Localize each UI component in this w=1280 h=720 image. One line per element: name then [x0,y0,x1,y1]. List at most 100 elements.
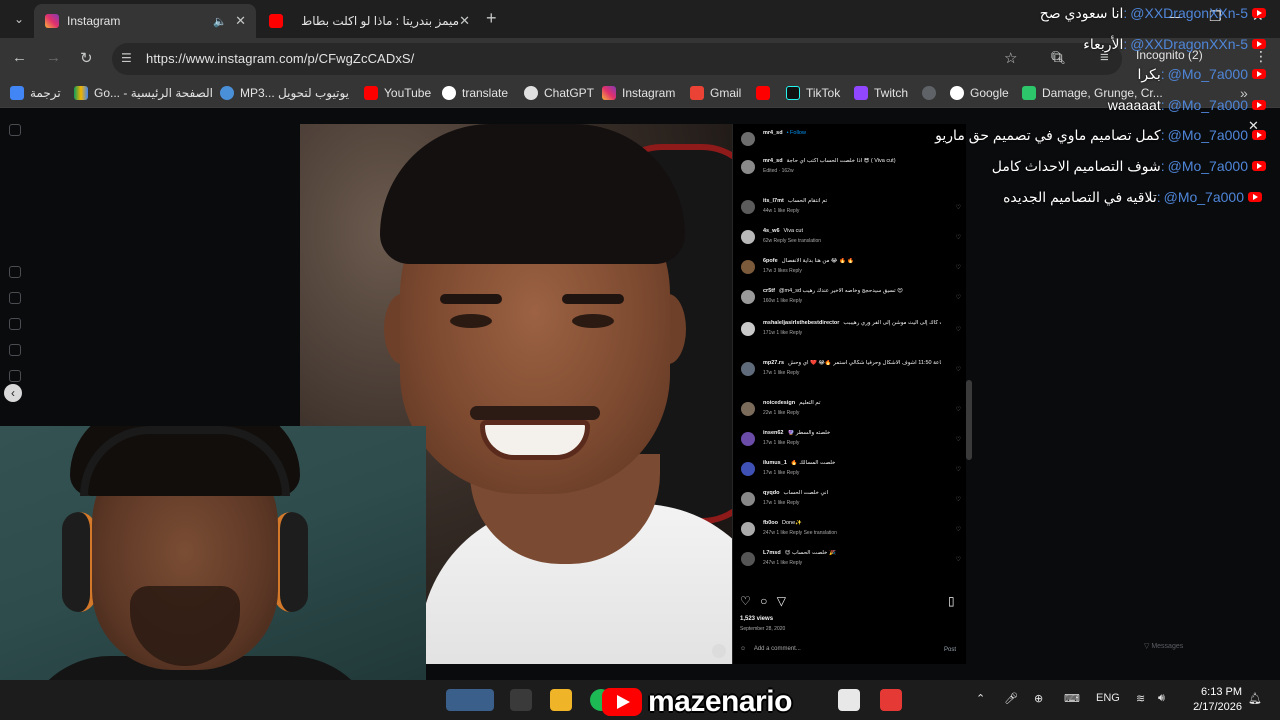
extensions-icon[interactable]: ⧉ [1052,49,1063,66]
new-tab-plus-icon[interactable]: + [486,8,497,28]
site-info-icon[interactable]: ☰ [121,51,132,65]
explore-icon[interactable] [9,292,21,304]
commenter-avatar[interactable] [741,322,755,336]
comment-username[interactable]: 6pofe [763,258,778,264]
commenter-avatar[interactable] [741,432,755,446]
bookmark-mp3[interactable]: MP3... يوتيوب لتحويل [220,86,349,100]
vpn-icon[interactable]: ⊕ [1034,692,1043,705]
bookmark-gmail[interactable]: Gmail [690,86,741,100]
commenter-avatar[interactable] [741,462,755,476]
bookmark-globe[interactable] [922,86,942,100]
bookmark-youtube-2[interactable] [756,86,776,100]
comment-like-heart-icon[interactable]: ♡ [956,466,961,473]
widgets-weather-icon[interactable] [446,689,494,711]
commenter-avatar[interactable] [741,132,755,146]
bookmark-drive[interactable]: Go... - الصفحة الرئيسية [74,86,213,100]
microphone-icon[interactable]: 🎤︎ [1004,692,1018,705]
commenter-avatar[interactable] [741,492,755,506]
tray-overflow-chevron-icon[interactable]: ⌃ [976,692,985,705]
commenter-avatar[interactable] [741,160,755,174]
wifi-icon[interactable]: ≋ [1136,692,1145,705]
comment-username[interactable]: qyqdo [763,490,780,496]
comments-scrollbar[interactable] [966,380,972,460]
comment-username[interactable]: its_l7mt [763,198,784,204]
bookmark-google[interactable]: Google [950,86,1009,100]
reload-icon[interactable]: ↻ [80,49,93,67]
like-heart-icon[interactable]: ♡ [740,594,751,608]
send-icon[interactable] [9,318,21,330]
comment-like-heart-icon[interactable]: ♡ [956,496,961,503]
messages-button[interactable]: ▽ Messages [1144,642,1183,650]
comment-username[interactable]: fb0oo [763,520,778,526]
commenter-avatar[interactable] [741,200,755,214]
comment-like-heart-icon[interactable]: ♡ [956,326,961,333]
tab-youtube[interactable]: ميمز بندريتا : ماذا لو اكلت بطاط ✕ [258,4,480,38]
bookmark-instagram[interactable]: Instagram [602,86,675,100]
close-tab-icon[interactable]: ✕ [459,13,470,29]
bookmark-translate-ar[interactable]: ترجمة [10,86,61,100]
speaker-icon[interactable]: 🔈 [213,15,227,28]
comment-like-heart-icon[interactable]: ♡ [956,366,961,373]
address-bar[interactable]: ☰ https://www.instagram.com/p/CFwgZcCADx… [112,43,1122,75]
comment-username[interactable]: insen62 [763,430,783,436]
commenter-avatar[interactable] [741,402,755,416]
home-icon[interactable] [9,266,21,278]
comment-like-heart-icon[interactable]: ♡ [956,204,961,211]
previous-post-chevron-icon[interactable]: ‹ [4,384,22,402]
commenter-avatar[interactable] [741,290,755,304]
comment-username[interactable]: L7msd [763,550,781,556]
comment-like-heart-icon[interactable]: ♡ [956,436,961,443]
comment-username[interactable]: noicedesign [763,400,795,406]
comment-username[interactable]: mshaleljasirlsthebestdirector [763,320,839,326]
comment-username[interactable]: ilumus_1 [763,460,787,466]
comment-username[interactable]: mr4_sd [763,130,783,136]
post-comment-button[interactable]: Post [944,647,956,653]
file-explorer-icon[interactable] [550,689,572,711]
url-text[interactable]: https://www.instagram.com/p/CFwgZcCADxS/ [146,51,414,66]
comment-like-heart-icon[interactable]: ♡ [956,406,961,413]
forward-arrow-icon[interactable]: → [46,49,61,66]
comment-username[interactable]: mr4_sd [763,158,783,164]
close-tab-icon[interactable]: ✕ [235,13,246,29]
comment-like-heart-icon[interactable]: ♡ [956,556,961,563]
comment-like-heart-icon[interactable]: ♡ [956,264,961,271]
chat-close-icon[interactable]: ✕ [1248,118,1259,134]
tab-search-chevron-icon[interactable]: ⌄ [8,8,30,30]
bookmark-star-icon[interactable]: ☆ [1004,49,1017,67]
bookmark-tiktok[interactable]: TikTok [786,86,840,100]
task-view-icon[interactable] [510,689,532,711]
comment-like-heart-icon[interactable]: ♡ [956,526,961,533]
tab-instagram[interactable]: Instagram 🔈 ✕ [34,4,256,38]
commenter-avatar[interactable] [741,260,755,274]
comment-username[interactable]: 4s_w6 [763,228,780,234]
commenter-avatar[interactable] [741,522,755,536]
bookmark-twitch[interactable]: Twitch [854,86,908,100]
commenter-avatar[interactable] [741,362,755,376]
search-icon[interactable] [9,344,21,356]
bookmark-youtube[interactable]: YouTube [364,86,431,100]
bookmark-chatgpt[interactable]: ChatGPT [524,86,594,100]
app-red-icon[interactable] [880,689,902,711]
audio-toggle-icon[interactable] [712,644,726,658]
commenter-avatar[interactable] [741,230,755,244]
emoji-icon[interactable]: ☺ [740,646,746,652]
comment-bubble-icon[interactable]: ○ [760,594,767,608]
reels-icon[interactable] [9,370,21,382]
save-bookmark-icon[interactable]: ▯ [948,594,955,608]
language-indicator[interactable]: ENG [1096,692,1120,704]
volume-icon[interactable]: 🔊︎ [1158,692,1165,705]
commenter-avatar[interactable] [741,552,755,566]
system-clock[interactable]: 6:13 PM 2/17/2026 [1186,685,1242,715]
instagram-logo-icon[interactable] [9,124,21,136]
bookmark-translate[interactable]: translate [442,86,508,100]
comment-like-heart-icon[interactable]: ♡ [956,294,961,301]
comment-username[interactable]: cr5tf [763,288,775,294]
keyboard-icon[interactable]: ⌨ [1064,692,1080,705]
back-arrow-icon[interactable]: ← [12,49,27,66]
notepad-icon[interactable] [838,689,860,711]
notifications-icon[interactable]: 🔔︎ [1248,692,1262,705]
add-comment-input[interactable]: ☺ Add a comment... Post [740,646,960,658]
share-send-icon[interactable]: ▽ [777,594,786,608]
comment-username[interactable]: mp27.rs [763,360,784,366]
comment-like-heart-icon[interactable]: ♡ [956,234,961,241]
